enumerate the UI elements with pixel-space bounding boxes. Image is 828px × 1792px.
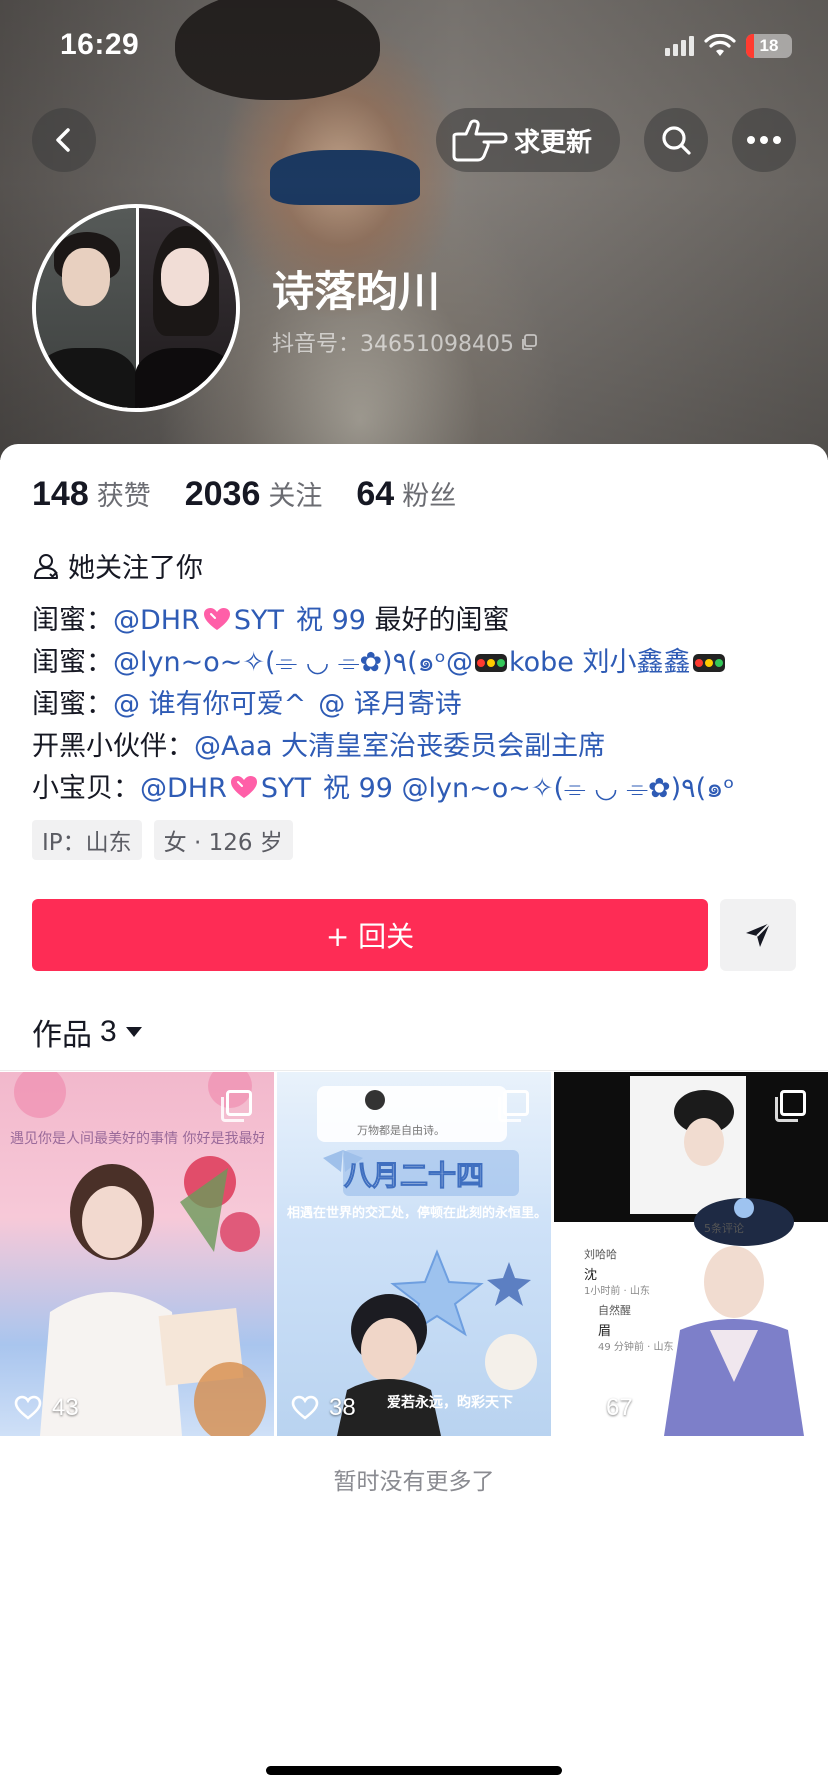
douyin-id[interactable]: 抖音号：34651098405	[272, 326, 538, 358]
user-icon	[34, 553, 58, 579]
thumbnail-replies-label: 5条评论	[704, 1222, 744, 1235]
end-of-list-note: 暂时没有更多了	[333, 1469, 495, 1495]
mention-link[interactable]: @ 谁有你可爱^	[113, 689, 306, 720]
home-indicator[interactable]	[266, 1766, 562, 1775]
profile-tags: IP：山东 女 · 126 岁	[32, 820, 293, 860]
thumbnail-artwork	[14, 1072, 266, 1436]
stat-following[interactable]: 2036 关注	[185, 474, 323, 514]
heart-outline-icon	[14, 1395, 42, 1420]
bio-line: 闺蜜：@DHR SYT 祝 99 最好的闺蜜	[32, 605, 510, 636]
ip-location-tag: IP：山东	[32, 820, 142, 860]
video-thumbnail[interactable]: 5条评论 刘哈哈 沈 1小时前 · 山东 自然醒 眉 49 分钟前 · 山东 6…	[554, 1072, 828, 1436]
multi-image-icon	[221, 1090, 252, 1122]
works-count: 3	[100, 1015, 117, 1048]
send-icon	[746, 922, 771, 947]
bio-line: 开黑小伙伴：@Aaa 大清皇室治丧委员会副主席	[32, 731, 606, 762]
mention-link[interactable]: @DHR SYT	[140, 773, 311, 804]
mention-link[interactable]: @Aaa 大清皇室治丧委员会副主席	[194, 731, 605, 762]
caret-down-icon[interactable]	[125, 1026, 143, 1038]
wifi-icon	[704, 34, 736, 56]
search-button[interactable]	[644, 108, 708, 172]
multi-image-icon	[775, 1090, 806, 1122]
gender-age-tag: 女 · 126 岁	[153, 820, 293, 860]
bio-wish: 祝 99	[322, 773, 393, 804]
profile-header-banner: 16:29 18 求更新 诗落昀川 抖音号：34651098405	[0, 0, 828, 460]
multi-image-icon	[498, 1090, 529, 1122]
follows-you-note: 她关注了你	[32, 546, 203, 585]
heart-emoji-icon	[229, 774, 259, 800]
works-label: 作品	[32, 1018, 92, 1053]
bio-line: 闺蜜：@ 谁有你可爱^ @ 译月寄诗	[32, 689, 462, 720]
status-icons: 18	[665, 34, 792, 58]
request-update-button[interactable]: 求更新	[436, 108, 620, 172]
thumbnail-comment-meta: 1小时前 · 山东	[584, 1286, 650, 1297]
request-update-label: 求更新	[514, 127, 593, 158]
stat-likes[interactable]: 148 获赞	[32, 474, 151, 514]
video-thumbnail[interactable]: 万物都是自由诗。 八月二十四 相遇在世界的交汇处，停顿在此刻的永恒里。 爱若永远…	[277, 1072, 551, 1436]
video-likes: 43	[14, 1394, 79, 1422]
bio-line: 小宝贝：@DHR SYT 祝 99 @lyn~o~✧(⌯ ◡ ⌯✿)٩(๑ᵒ	[32, 773, 735, 804]
profile-stats: 148 获赞 2036 关注 64 粉丝	[32, 474, 490, 514]
heart-emoji-icon	[202, 606, 232, 632]
thumbnail-reply-user: 自然醒	[598, 1304, 631, 1317]
search-icon	[662, 126, 691, 155]
avatar-right-photo	[135, 208, 236, 408]
pointing-hand-icon	[452, 119, 508, 162]
video-likes: 38	[291, 1394, 356, 1422]
thumbnail-subtitle: 相遇在世界的交汇处，停顿在此刻的永恒里。	[287, 1206, 541, 1221]
profile-content-card: 148 获赞 2036 关注 64 粉丝 她关注了你 闺蜜：@DHR SYT 祝 9…	[0, 444, 828, 1792]
video-grid: 遇见你是人间最美好的事情 你好是我最好的 43 万物都是自由诗。 八月二十四 相…	[0, 1072, 828, 1436]
thumbnail-comment-text: 沈	[584, 1268, 598, 1283]
send-message-button[interactable]	[720, 899, 796, 971]
douyin-id-text: 抖音号：34651098405	[272, 332, 514, 357]
heart-outline-icon	[291, 1395, 319, 1420]
thumbnail-title: 八月二十四	[343, 1159, 484, 1193]
cellular-signal-icon	[665, 36, 694, 56]
follow-back-button[interactable]: + 回关	[32, 899, 708, 971]
chevron-left-icon	[56, 128, 70, 152]
more-dots-icon	[747, 136, 781, 144]
traffic-light-emoji-icon	[474, 654, 507, 672]
copy-icon[interactable]	[520, 333, 538, 351]
thumbnail-reply-meta: 49 分钟前 · 山东	[598, 1342, 674, 1353]
thumbnail-reply-text: 眉	[598, 1324, 612, 1339]
status-time: 16:29	[60, 28, 140, 61]
nickname: 诗落昀川	[272, 267, 441, 316]
mention-link[interactable]: @ 译月寄诗	[318, 689, 462, 720]
heart-outline-icon	[568, 1395, 596, 1420]
more-button[interactable]	[732, 108, 796, 172]
back-button[interactable]	[32, 108, 96, 172]
avatar[interactable]	[32, 204, 240, 412]
battery-icon: 18	[746, 34, 792, 58]
works-tab[interactable]: 作品 3	[32, 1010, 143, 1054]
mention-link[interactable]: @lyn~o~✧(⌯ ◡ ⌯✿)٩(๑ᵒ@ kobe 刘小鑫鑫	[113, 647, 727, 678]
traffic-light-emoji-icon	[692, 654, 725, 672]
thumbnail-note: 万物都是自由诗。	[357, 1124, 445, 1137]
bio-wish: 祝 99	[295, 605, 366, 636]
thumbnail-bottom-text: 爱若永远，昀彩天下	[387, 1395, 513, 1411]
follows-you-text: 她关注了你	[68, 553, 203, 584]
avatar-left-photo	[36, 208, 136, 408]
mention-link[interactable]: @lyn~o~✧(⌯ ◡ ⌯✿)٩(๑ᵒ	[402, 773, 735, 804]
stat-followers[interactable]: 64 粉丝	[356, 474, 456, 514]
bio-line: 闺蜜：@lyn~o~✧(⌯ ◡ ⌯✿)٩(๑ᵒ@ kobe 刘小鑫鑫	[32, 640, 727, 683]
mention-link[interactable]: @DHR SYT	[113, 605, 284, 636]
video-thumbnail[interactable]: 遇见你是人间最美好的事情 你好是我最好的 43	[0, 1072, 274, 1436]
thumbnail-comment-user: 刘哈哈	[584, 1248, 617, 1261]
video-likes: 67	[568, 1394, 633, 1422]
